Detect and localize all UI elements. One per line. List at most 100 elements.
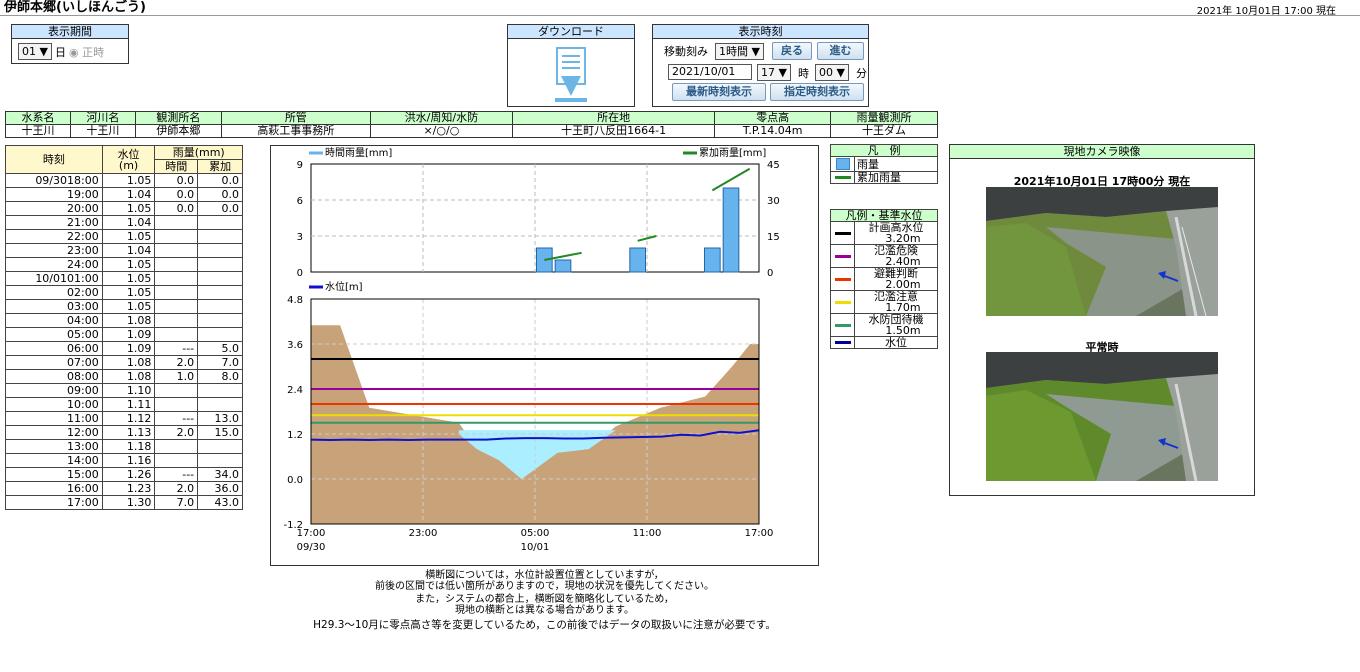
cell-cumulative-rain (197, 439, 243, 454)
cell-date: 09/30 (35, 173, 68, 187)
cell-cumulative-rain: 13.0 (197, 411, 243, 426)
rain-y-tick: 9 (297, 160, 303, 171)
cell-cumulative-rain (197, 271, 243, 286)
cell-level: 1.05 (101, 271, 156, 286)
cell-time: 09/3018:00 (5, 173, 103, 188)
cell-hourly-rain (154, 453, 199, 468)
station-header: 河川名 (69, 111, 136, 125)
cell-cumulative-rain: 0.0 (197, 187, 243, 202)
table-row: 12:00 1.13 2.0 15.0 (5, 425, 243, 440)
station-value: 十王ダム (830, 124, 938, 138)
table-row: 09:00 1.10 (5, 383, 243, 398)
level-legend: 凡例・基準水位 計画高水位 3.20m 氾濫危険 2.40m 避難判断 2.00m 氾濫注意… (830, 209, 938, 349)
station-value: 高萩工事事務所 (220, 124, 371, 138)
cell-time: 12:00 (5, 425, 103, 440)
camera-image-current[interactable] (986, 187, 1218, 316)
legend-item: 計画高水位 3.20m (830, 221, 938, 245)
rain-bar (554, 259, 572, 273)
cell-level: 1.05 (101, 173, 156, 188)
download-button[interactable] (508, 39, 634, 104)
latest-time-button[interactable]: 最新時刻表示 (672, 83, 766, 101)
cell-cumulative-rain (197, 299, 243, 314)
note-line: また，システムの都合上，横断図を簡略化しているため， (415, 594, 674, 605)
cell-cumulative-rain (197, 257, 243, 272)
station-value: 十王町八反田1664-1 (511, 124, 716, 138)
legend-swatch (830, 171, 855, 184)
th-cumulative: 累加 (197, 159, 243, 174)
hour-radio[interactable]: ◉ 正時 (69, 44, 104, 60)
cell-date: 10/01 (35, 271, 68, 285)
station-value: 十王川 (5, 124, 71, 138)
cell-hour: 09:00 (67, 383, 99, 397)
camera-image-normal[interactable] (986, 352, 1218, 481)
rain-bar (536, 247, 553, 273)
cell-hour: 22:00 (67, 229, 99, 243)
cell-hourly-rain (154, 257, 199, 272)
table-row: 20:00 1.05 0.0 0.0 (5, 201, 243, 216)
cell-level: 1.13 (101, 425, 156, 440)
cell-hour: 11:00 (67, 411, 99, 425)
step-select[interactable]: 1時間 ▼ (715, 43, 764, 60)
legend-swatch (830, 156, 855, 172)
level-y-tick: 4.8 (287, 295, 303, 306)
back-button[interactable]: 戻る (772, 42, 812, 60)
cell-cumulative-rain: 36.0 (197, 481, 243, 496)
date-field[interactable]: 2021/10/01 (668, 64, 752, 80)
rain-legend-title: 凡 例 (830, 144, 938, 157)
period-select[interactable]: 01 ▼ (18, 43, 52, 60)
legend-label: 氾濫注意 1.70m (854, 290, 938, 314)
cell-hour: 20:00 (67, 201, 99, 215)
cell-level: 1.08 (101, 355, 156, 370)
cell-cumulative-rain: 0.0 (197, 201, 243, 216)
station-header: 所管 (220, 111, 371, 125)
cell-hourly-rain: 2.0 (154, 425, 199, 440)
cell-hour: 03:00 (67, 299, 99, 313)
level-x-date: 09/30 (297, 542, 326, 553)
cell-time: 03:00 (5, 299, 103, 314)
station-header: 零点高 (714, 111, 831, 125)
legend-value: 1.70m (885, 301, 921, 314)
cell-hourly-rain: 2.0 (154, 481, 199, 496)
cell-cumulative-rain: 7.0 (197, 355, 243, 370)
table-row: 13:00 1.18 (5, 439, 243, 454)
specified-time-button[interactable]: 指定時刻表示 (770, 83, 864, 101)
cell-hour: 14:00 (67, 453, 99, 467)
legend-swatch (830, 290, 855, 314)
station-value: 十王川 (69, 124, 136, 138)
cell-level: 1.10 (101, 383, 156, 398)
cell-time: 08:00 (5, 369, 103, 384)
cell-hour: 13:00 (67, 439, 99, 453)
rain-legend: 凡 例 雨量 累加雨量 (830, 144, 938, 184)
cell-level: 1.23 (101, 481, 156, 496)
level-x-date: 10/01 (521, 542, 550, 553)
chart-panel: 9 6 3 0 45 30 15 0 時間雨量[mm] 累加雨量[mm] 4.8 3.6 2.4 1.2 0… (270, 145, 819, 566)
note-line: 横断図については，水位計設置位置としていますが， (425, 570, 664, 581)
forward-button[interactable]: 進む (817, 42, 864, 60)
cell-hour: 06:00 (67, 341, 99, 355)
step-label: 移動刻み (664, 45, 708, 58)
cell-time: 11:00 (5, 411, 103, 426)
cell-time: 07:00 (5, 355, 103, 370)
table-row: 06:00 1.09 --- 5.0 (5, 341, 243, 356)
notes: 横断図については，水位計設置位置としていますが， 前後の区間では低い箇所がありま… (270, 570, 819, 631)
cell-time: 15:00 (5, 467, 103, 482)
legend-label: 計画高水位 3.20m (854, 221, 938, 245)
legend-label: 累加雨量 (854, 171, 938, 184)
level-x-tick: 23:00 (409, 528, 438, 539)
cell-hour: 10:00 (67, 397, 99, 411)
station-value: ×/○/○ (369, 124, 513, 138)
legend-value: 3.20m (885, 232, 921, 245)
cell-cumulative-rain (197, 327, 243, 342)
note-line: H29.3～10月に零点高さ等を変更しているため，この前後ではデータの取扱いに注… (313, 619, 776, 631)
cell-hour: 05:00 (67, 327, 99, 341)
hour-select[interactable]: 17 ▼ (757, 64, 791, 81)
cell-hourly-rain (154, 229, 199, 244)
cell-time: 16:00 (5, 481, 103, 496)
level-x-tick: 05:00 (521, 528, 550, 539)
display-time-title: 表示時刻 (653, 25, 868, 39)
chart-svg: 96304530150時間雨量[mm] 累加雨量[mm]4.83.62.41.20… (283, 147, 779, 553)
download-title: ダウンロード (508, 25, 634, 39)
cell-level: 1.11 (101, 397, 156, 412)
table-row: 05:00 1.09 (5, 327, 243, 342)
minute-select[interactable]: 00 ▼ (815, 64, 849, 81)
